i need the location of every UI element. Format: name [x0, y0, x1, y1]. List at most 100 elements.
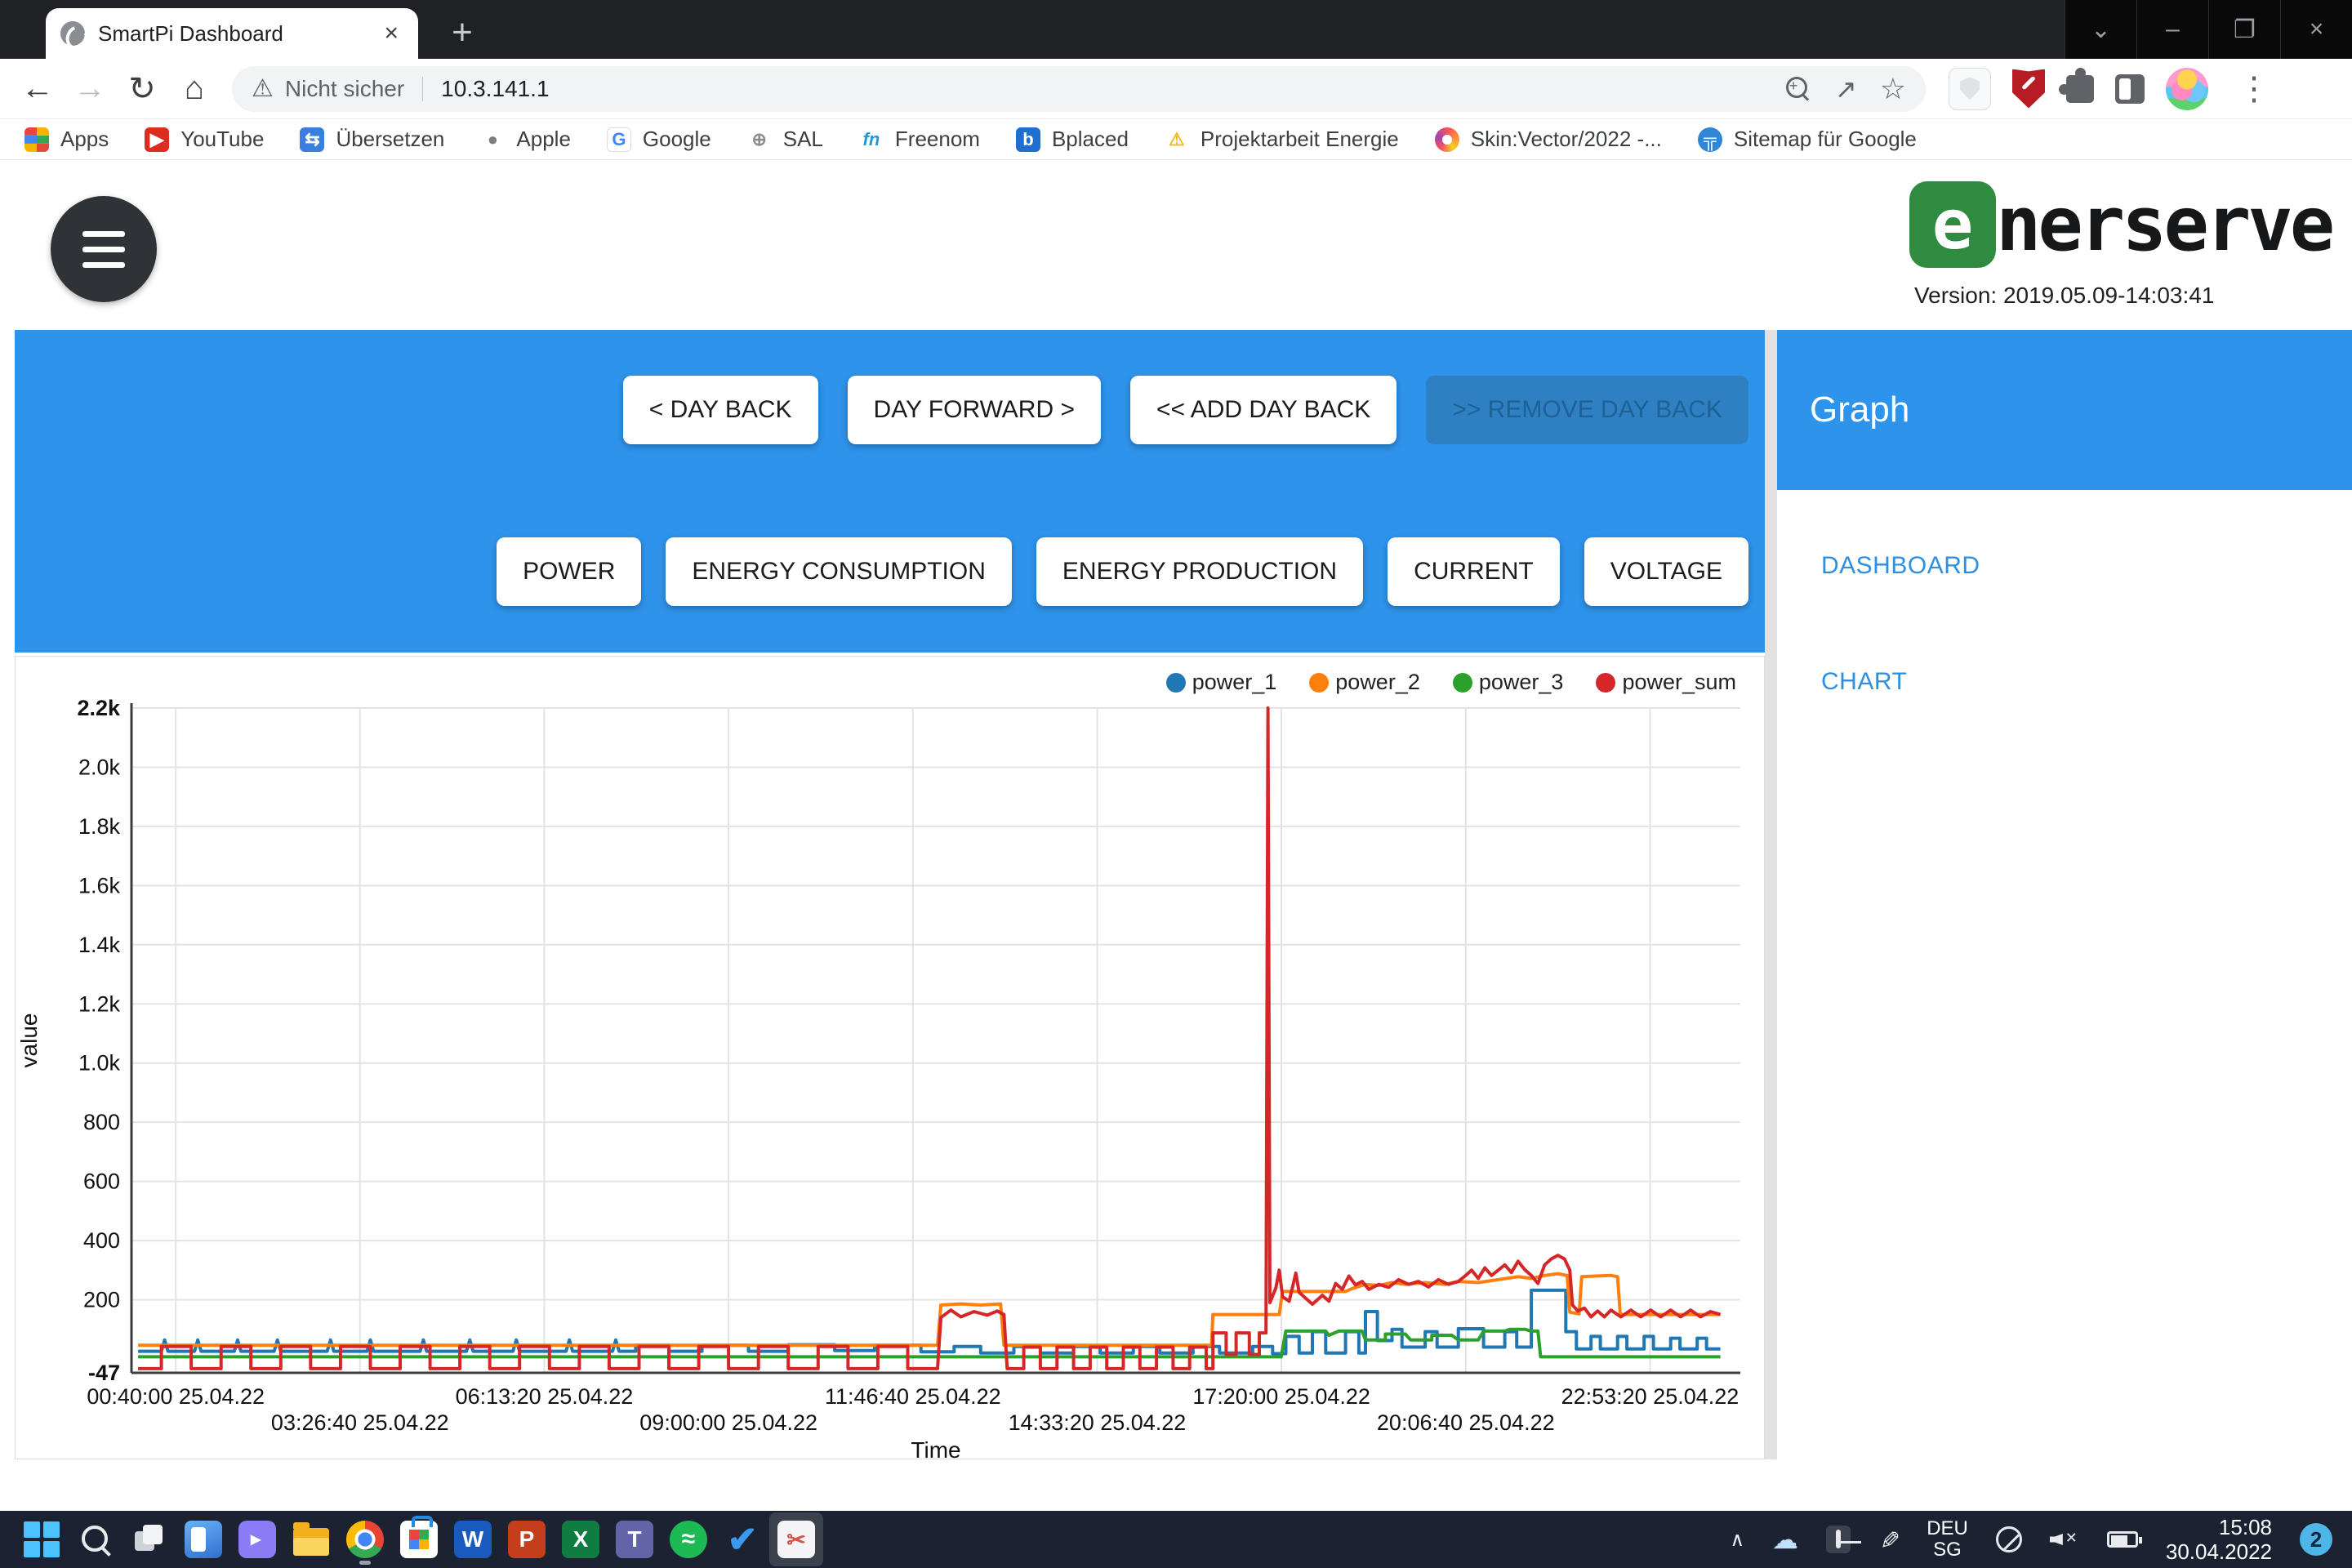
svg-text:03:26:40 25.04.22: 03:26:40 25.04.22: [271, 1410, 449, 1435]
energy-production-button[interactable]: ENERGY PRODUCTION: [1036, 537, 1363, 606]
taskbar-word-icon[interactable]: W: [446, 1512, 500, 1566]
legend-marker-icon: [1453, 673, 1472, 693]
bookmark-star-icon[interactable]: ☆: [1880, 72, 1906, 106]
bplaced-b-icon: b: [1016, 127, 1040, 152]
svg-text:20:06:40 25.04.22: 20:06:40 25.04.22: [1377, 1410, 1555, 1435]
google-g-icon: G: [607, 127, 631, 152]
bookmark-uebersetzen[interactable]: ⇆Übersetzen: [300, 127, 444, 152]
taskbar-snipping-icon[interactable]: ✂: [769, 1512, 823, 1566]
taskbar-start-icon[interactable]: [15, 1512, 69, 1566]
taskbar-chat-icon[interactable]: [230, 1512, 284, 1566]
legend-item-power_3[interactable]: power_3: [1453, 670, 1564, 695]
close-icon[interactable]: ×: [2280, 0, 2352, 59]
svg-text:11:46:40 25.04.22: 11:46:40 25.04.22: [825, 1384, 1001, 1409]
restore-icon[interactable]: ❐: [2208, 0, 2280, 59]
bookmark-label: YouTube: [180, 127, 264, 152]
day-forward-button[interactable]: DAY FORWARD >: [848, 376, 1101, 444]
share-icon[interactable]: ↗: [1835, 74, 1857, 105]
tab-close-icon[interactable]: ×: [379, 20, 403, 47]
clock-date[interactable]: 15:08 30.04.2022: [2166, 1515, 2272, 1564]
back-icon[interactable]: ←: [11, 70, 64, 107]
browser-toolbar: ← → ↻ ⌂ ⚠ Nicht sicher 10.3.141.1 + ↗ ☆ …: [0, 59, 2352, 119]
taskbar-chrome-icon[interactable]: [338, 1512, 392, 1566]
touch-keyboard-button[interactable]: [1826, 1526, 1851, 1553]
active-app-dot: [359, 1561, 371, 1565]
day-back-button[interactable]: < DAY BACK: [623, 376, 818, 444]
minimize-icon[interactable]: –: [2136, 0, 2208, 59]
bookmark-bplaced[interactable]: bBplaced: [1016, 127, 1129, 152]
url-text[interactable]: 10.3.141.1: [441, 76, 1786, 102]
new-tab-button[interactable]: +: [441, 13, 483, 56]
legend-item-power_1[interactable]: power_1: [1166, 670, 1277, 695]
battery-icon[interactable]: [2107, 1531, 2138, 1548]
bookmark-youtube[interactable]: ▶YouTube: [145, 127, 264, 152]
webadvisor-shield-icon[interactable]: [2012, 69, 2045, 109]
taskbar-excel-icon[interactable]: X: [554, 1512, 608, 1566]
security-label[interactable]: Nicht sicher: [285, 76, 404, 102]
taskbar-spotify-icon[interactable]: ≈: [662, 1512, 715, 1566]
reload-icon[interactable]: ↻: [116, 70, 168, 108]
sidebar-title: Graph: [1810, 390, 1909, 430]
svg-text:800: 800: [83, 1110, 120, 1134]
screen: SmartPi Dashboard × + ⌄–❐× ← → ↻ ⌂ ⚠ Nic…: [0, 0, 2352, 1568]
remove-day-back-button[interactable]: >> REMOVE DAY BACK: [1426, 376, 1748, 444]
svg-text:1.0k: 1.0k: [78, 1051, 121, 1076]
home-icon[interactable]: ⌂: [168, 70, 220, 107]
legend-marker-icon: [1166, 673, 1186, 693]
forward-icon[interactable]: →: [64, 70, 116, 107]
tab-search-chevron-icon[interactable]: ⌄: [2065, 0, 2136, 59]
taskbar-teams-icon[interactable]: T: [608, 1512, 662, 1566]
taskbar-store-icon[interactable]: [392, 1512, 446, 1566]
power-button[interactable]: POWER: [497, 537, 641, 606]
keyboard-layout[interactable]: DEU SG: [1927, 1518, 1968, 1561]
shield-extension-icon[interactable]: [1949, 68, 1991, 110]
tray-date: 30.04.2022: [2166, 1539, 2272, 1564]
bookmark-sal[interactable]: ⊕SAL: [747, 127, 823, 152]
legend-label: power_3: [1479, 670, 1564, 695]
taskbar-widgets-icon[interactable]: [176, 1512, 230, 1566]
onedrive-icon[interactable]: ☁: [1772, 1524, 1798, 1555]
legend-label: power_1: [1192, 670, 1277, 695]
bookmark-projektarbeit[interactable]: ⚠Projektarbeit Energie: [1165, 127, 1399, 152]
sidebar-link-dashboard[interactable]: DASHBOARD: [1821, 552, 1980, 580]
zoom-magnifier-icon[interactable]: +: [1786, 77, 1811, 101]
bookmark-skin-vector[interactable]: Skin:Vector/2022 -...: [1435, 127, 1662, 152]
bookmark-freenom[interactable]: fnFreenom: [859, 127, 980, 152]
tab-strip: SmartPi Dashboard × + ⌄–❐×: [0, 0, 2352, 59]
taskbar-search-icon[interactable]: [69, 1512, 122, 1566]
power-line-chart[interactable]: 2.2k2.0k1.8k1.6k1.4k1.2k1.0k800600400200…: [16, 657, 1764, 1459]
browser-menu-icon[interactable]: ⋮: [2230, 73, 2278, 105]
muted-speaker-icon[interactable]: [2050, 1528, 2079, 1551]
taskbar-todo-icon[interactable]: ✔: [715, 1512, 769, 1566]
bookmark-apps[interactable]: Apps: [24, 127, 109, 152]
bookmark-sitemap[interactable]: ╦Sitemap für Google: [1698, 127, 1917, 152]
voltage-button[interactable]: VOLTAGE: [1584, 537, 1748, 606]
sidepanel-icon[interactable]: [2115, 74, 2145, 104]
bookmark-google[interactable]: GGoogle: [607, 127, 711, 152]
extensions-puzzle-icon[interactable]: [2066, 75, 2094, 103]
apps-grid-icon: [24, 127, 49, 152]
controls-panel: < DAY BACK DAY FORWARD > << ADD DAY BACK >>…: [15, 330, 1765, 653]
bookmarks-bar: Apps ▶YouTube ⇆Übersetzen ●Apple GGoogle ⊕SAL…: [0, 119, 2352, 160]
sidebar-link-chart[interactable]: CHART: [1821, 668, 1907, 696]
profile-avatar[interactable]: [2166, 68, 2208, 110]
logo-e-tile: e: [1909, 181, 1996, 268]
no-internet-globe-icon[interactable]: [1996, 1526, 2022, 1552]
add-day-back-button[interactable]: << ADD DAY BACK: [1130, 376, 1396, 444]
browser-tab[interactable]: SmartPi Dashboard ×: [46, 8, 418, 59]
tray-chevron-icon[interactable]: ∧: [1730, 1528, 1744, 1552]
legend-item-power_2[interactable]: power_2: [1309, 670, 1420, 695]
bookmark-apple[interactable]: ●Apple: [480, 127, 571, 152]
hamburger-menu-button[interactable]: [51, 196, 157, 302]
address-bar[interactable]: ⚠ Nicht sicher 10.3.141.1 + ↗ ☆: [232, 66, 1926, 112]
notification-badge[interactable]: 2: [2300, 1523, 2332, 1556]
svg-text:09:00:00 25.04.22: 09:00:00 25.04.22: [639, 1410, 817, 1435]
address-divider: [422, 77, 423, 101]
taskbar-powerpoint-icon[interactable]: P: [500, 1512, 554, 1566]
taskbar-taskview-icon[interactable]: [122, 1512, 176, 1566]
legend-item-power_sum[interactable]: power_sum: [1596, 670, 1736, 695]
pen-icon[interactable]: ✎: [1874, 1529, 1903, 1549]
current-button[interactable]: CURRENT: [1388, 537, 1560, 606]
taskbar-explorer-icon[interactable]: [284, 1512, 338, 1566]
energy-consumption-button[interactable]: ENERGY CONSUMPTION: [666, 537, 1012, 606]
